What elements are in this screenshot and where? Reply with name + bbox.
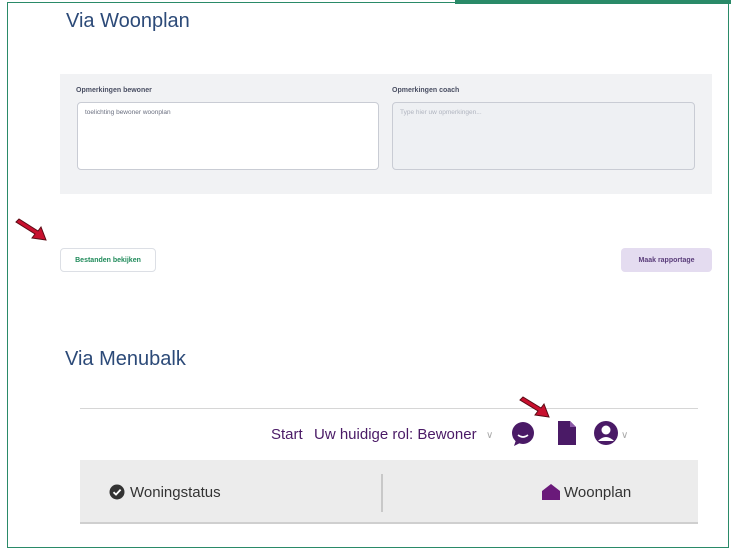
woonplan-heading: Via Woonplan [66,10,190,32]
menubalk-heading: Via Menubalk [65,348,186,370]
view-files-button[interactable]: Bestanden bekijken [60,248,156,272]
document-icon[interactable] [557,420,577,446]
red-arrow-document [519,396,550,418]
user-menu-chevron-icon: ∨ [621,430,629,441]
tab-woonplan[interactable]: Woonplan [564,484,631,501]
menubar-top-line [80,408,698,409]
chevron-down-icon: ∨ [486,430,494,441]
sub-navigation-bar: Woningstatus Woonplan [80,460,698,524]
tab-woningstatus[interactable]: Woningstatus [130,484,221,501]
resident-remarks-input[interactable]: toelichting bewoner woonplan [77,102,379,170]
user-circle-icon[interactable] [593,420,619,446]
chat-bubble-icon[interactable] [510,421,536,447]
coach-remarks-input[interactable]: Type hier uw opmerkingen... [392,102,695,170]
coach-remarks-label: Opmerkingen coach [392,87,460,94]
remarks-panel: Opmerkingen bewoner toelichting bewoner … [60,74,712,194]
red-arrow-files [15,218,47,241]
role-selector[interactable]: Uw huidige rol: Bewoner [314,426,477,443]
house-icon [542,484,560,500]
subbar-divider [381,474,383,512]
make-report-button[interactable]: Maak rapportage [621,248,712,272]
nav-start-link[interactable]: Start [271,426,303,443]
check-circle-icon [109,484,125,500]
resident-remarks-label: Opmerkingen bewoner [76,87,152,94]
